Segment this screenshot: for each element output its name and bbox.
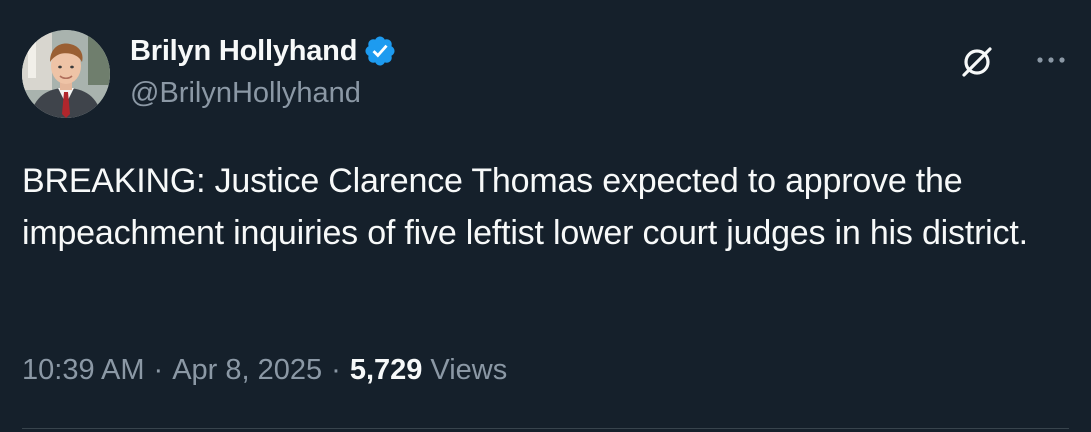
meta-separator: · <box>331 353 341 386</box>
name-row: Brilyn Hollyhand <box>130 33 397 69</box>
tweet-date[interactable]: Apr 8, 2025 <box>172 354 322 387</box>
tweet-time[interactable]: 10:39 AM <box>22 354 145 387</box>
tweet-meta: 10:39 AM · Apr 8, 2025 · 5,729 Views <box>22 350 507 390</box>
more-dots-icon[interactable] <box>1033 46 1069 74</box>
verified-badge-icon[interactable] <box>363 34 397 68</box>
profile-photo <box>22 30 110 118</box>
handle[interactable]: @BrilynHollyhand <box>130 77 361 110</box>
meta-separator: · <box>153 353 164 386</box>
tweet-text: BREAKING: Justice Clarence Thomas expect… <box>22 162 1028 252</box>
divider <box>22 428 1069 429</box>
grok-icon[interactable] <box>957 42 997 82</box>
display-name[interactable]: Brilyn Hollyhand <box>130 35 357 68</box>
avatar[interactable] <box>22 30 110 118</box>
views-count[interactable]: 5,729 <box>350 354 423 387</box>
tweet-card: Brilyn Hollyhand @BrilynHollyhand BREAKI… <box>0 0 1091 432</box>
views-label: Views <box>430 353 508 386</box>
